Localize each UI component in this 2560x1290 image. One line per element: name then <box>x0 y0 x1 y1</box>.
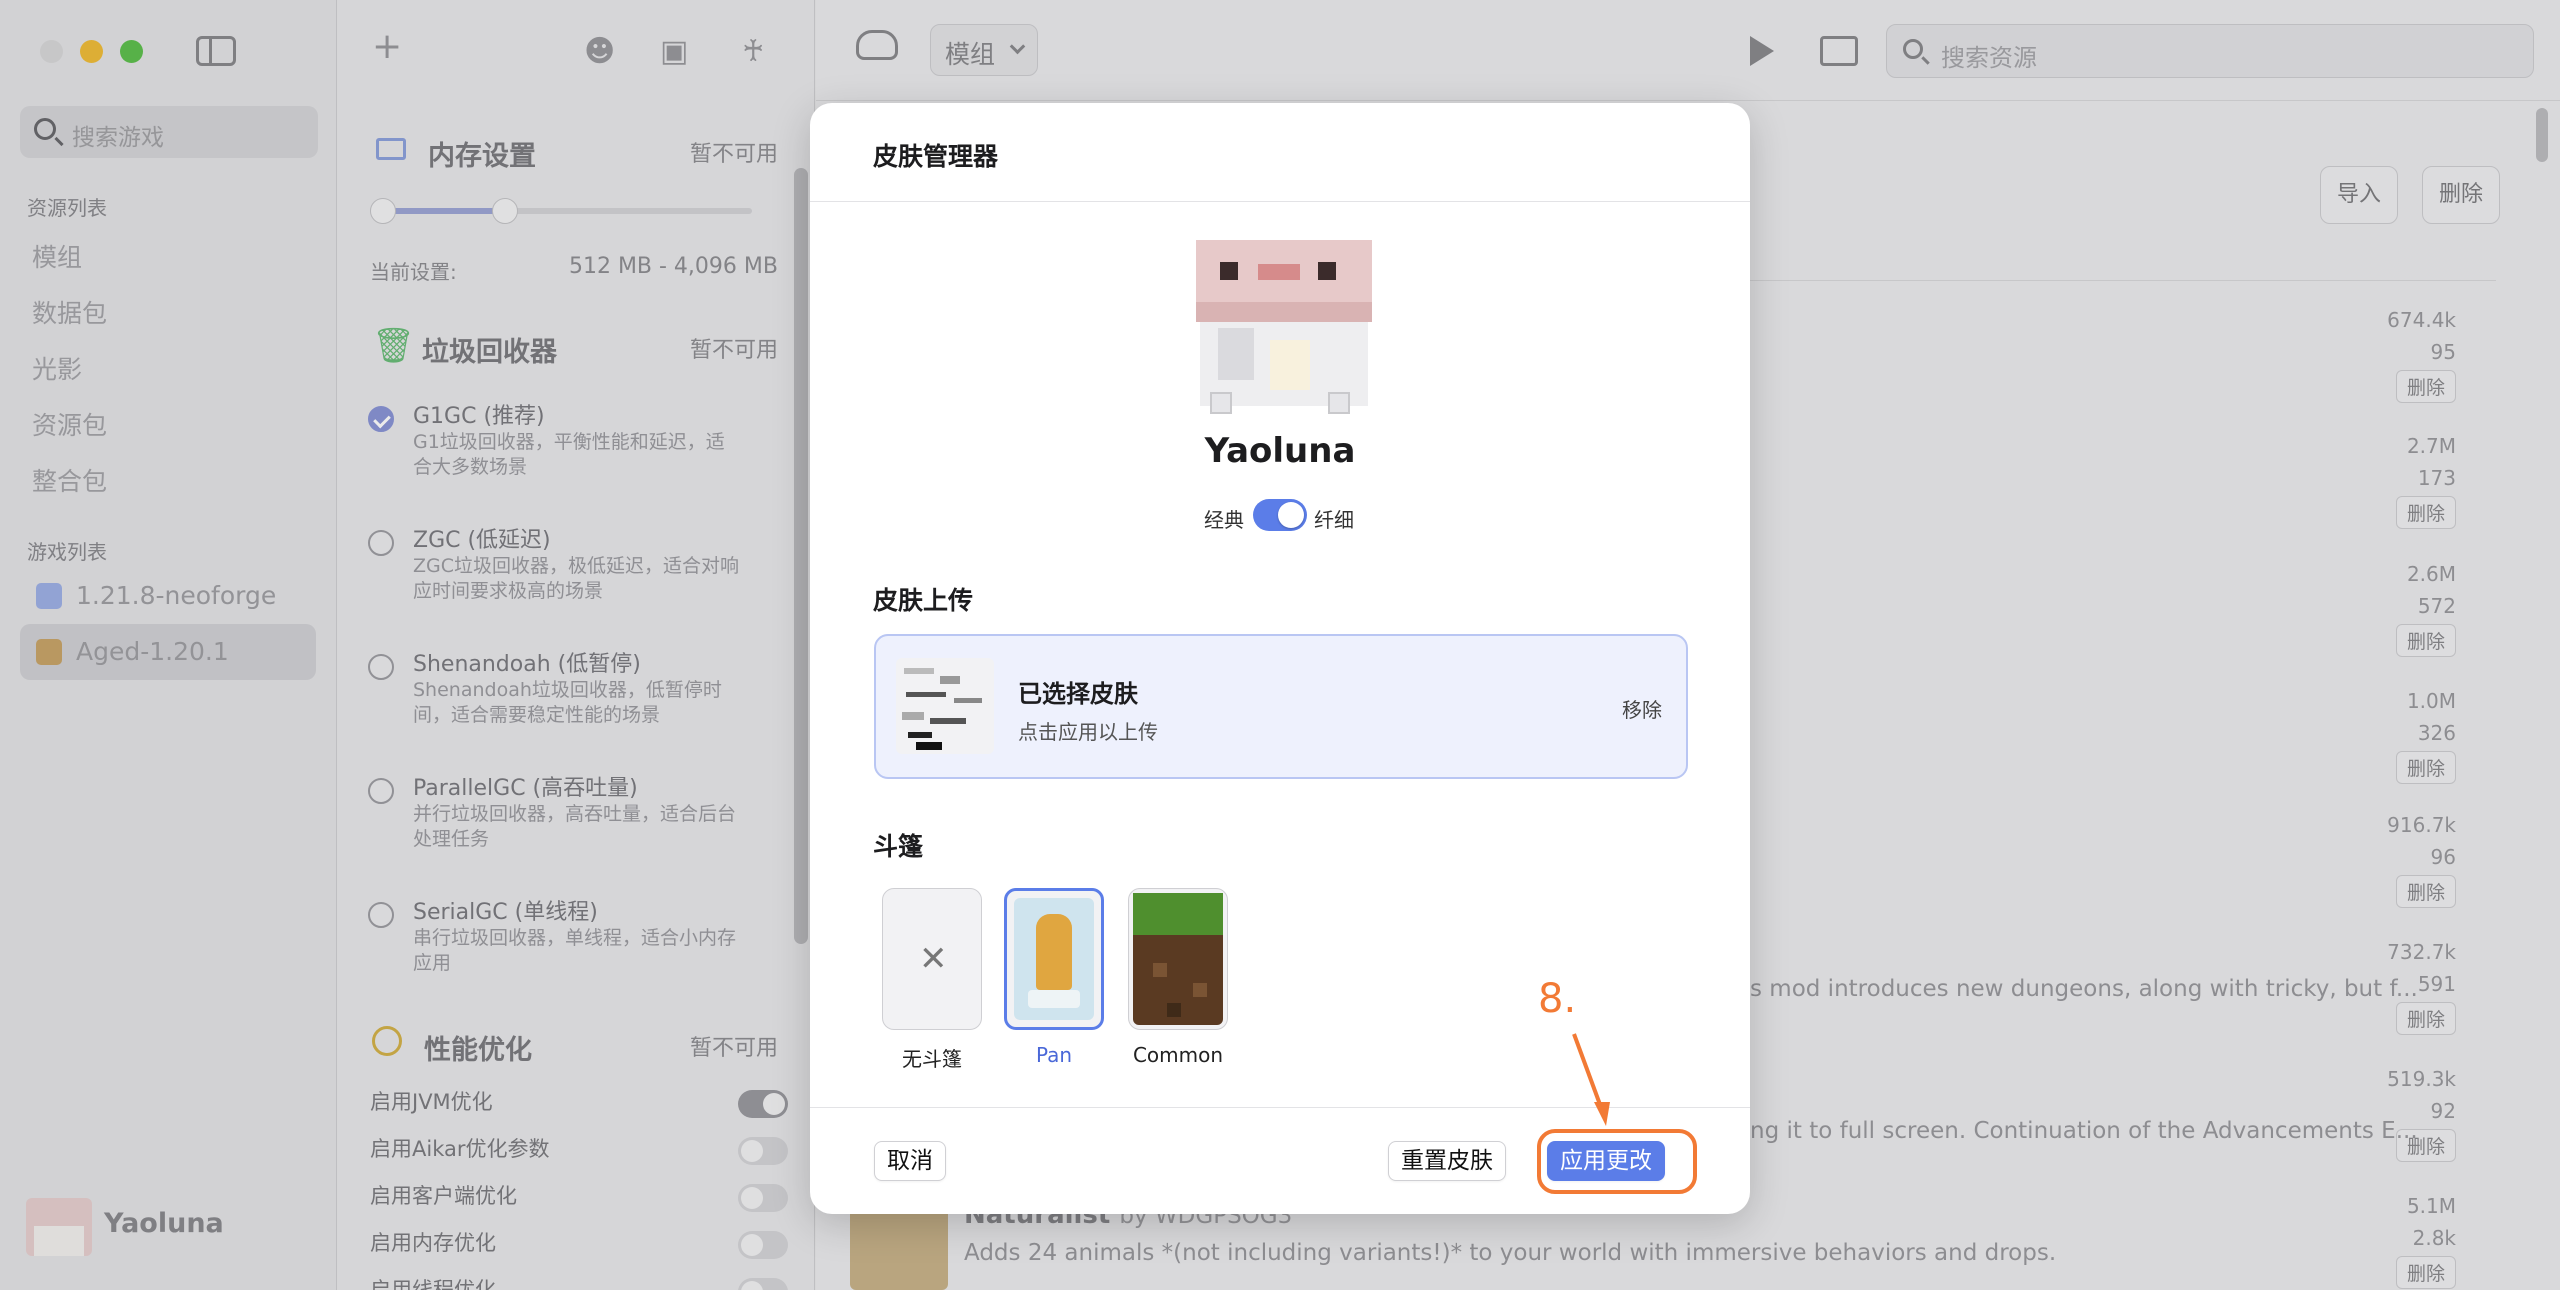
skin-hat <box>1196 240 1372 302</box>
remove-skin-button[interactable]: 移除 <box>1622 694 1662 723</box>
upload-subtitle: 点击应用以上传 <box>1018 720 1158 744</box>
app-window: 搜索游戏 资源列表 模组 数据包 光影 资源包 整合包 游戏列表 1.21.8-… <box>0 0 2560 1290</box>
cape-label: 无斗篷 <box>902 1047 962 1071</box>
upload-title: 已选择皮肤 <box>1018 680 1138 708</box>
skin-paw <box>1328 392 1350 414</box>
skin-upload-card[interactable]: 已选择皮肤 点击应用以上传 移除 <box>874 634 1688 779</box>
skin-preview <box>1196 240 1372 418</box>
cape-label: Pan <box>1035 1043 1073 1067</box>
cape-label: Common <box>1132 1043 1224 1067</box>
cape-option-common[interactable] <box>1128 888 1228 1030</box>
skin-file-thumbnail <box>896 658 994 754</box>
annotation-arrow <box>1572 1033 1610 1126</box>
cape-option-none[interactable]: ✕ <box>882 888 982 1030</box>
model-toggle[interactable] <box>1253 499 1307 531</box>
reset-skin-button[interactable]: 重置皮肤 <box>1388 1141 1506 1181</box>
cape-common-image <box>1133 893 1223 1025</box>
model-slim-label: 纤细 <box>1314 508 1354 532</box>
dialog-title: 皮肤管理器 <box>873 142 999 171</box>
skin-paw <box>1210 392 1232 414</box>
player-name: Yaoluna <box>1204 431 1356 471</box>
model-classic-label: 经典 <box>1204 508 1244 532</box>
step-number: 8. <box>1538 976 1577 1022</box>
upload-section-title: 皮肤上传 <box>873 586 974 615</box>
highlight-ring <box>1537 1129 1697 1194</box>
cape-pan-image <box>1014 898 1094 1020</box>
dialog-header-divider <box>810 201 1750 202</box>
skin-hat-band <box>1196 302 1372 322</box>
cape-option-pan[interactable] <box>1004 888 1104 1030</box>
close-icon: ✕ <box>919 939 948 979</box>
cape-section-title: 斗篷 <box>873 832 924 861</box>
cancel-button[interactable]: 取消 <box>874 1141 946 1181</box>
